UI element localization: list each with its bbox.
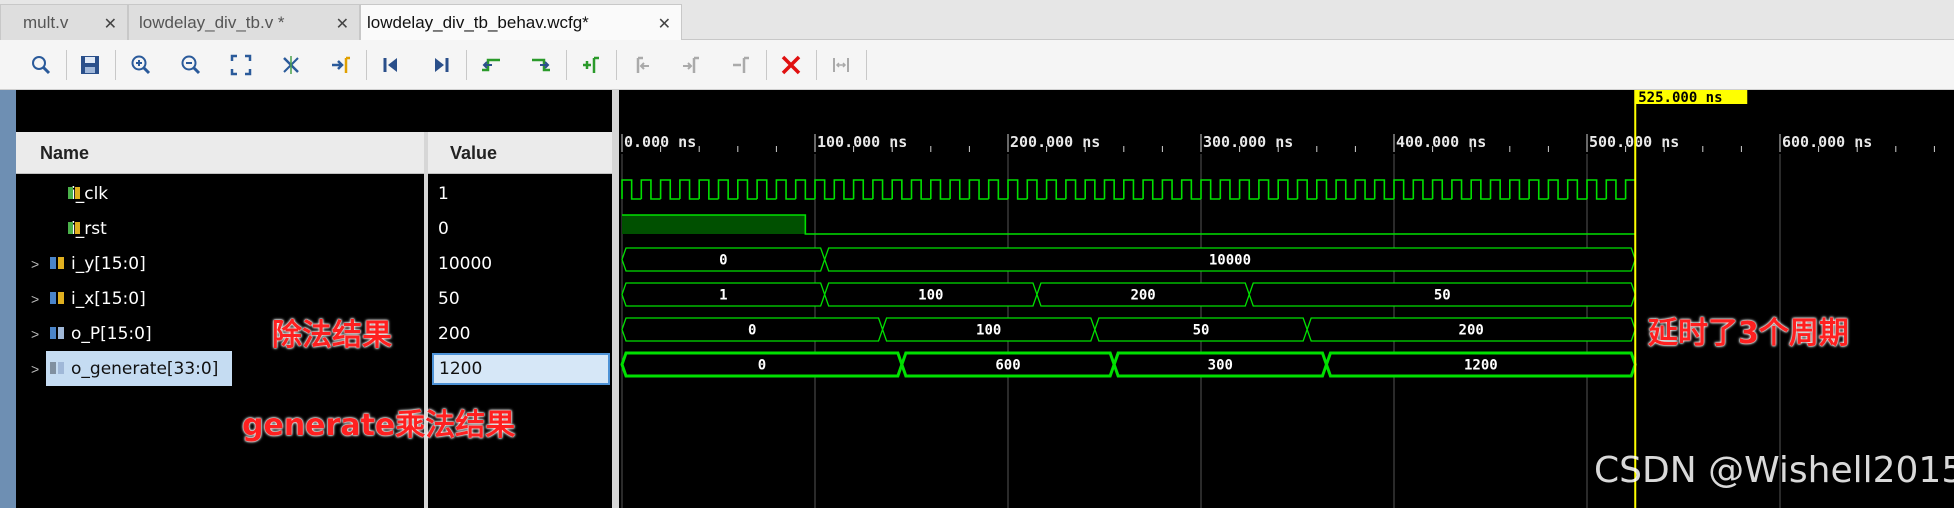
bus-signal-icon	[50, 292, 64, 304]
bus-value-label: 0	[719, 253, 727, 269]
tab-label: mult.v	[23, 12, 69, 32]
reset-high-fill	[622, 215, 806, 234]
close-icon[interactable]: ✕	[104, 14, 117, 34]
signal-row-i-y[interactable]: > i_y[15:0]	[16, 246, 424, 281]
value-column-header[interactable]: Value	[428, 132, 612, 174]
bus-value-label: 10000	[1209, 253, 1251, 269]
value-cell: 0	[438, 211, 449, 246]
time-tick-label: 500.000 ns	[1589, 133, 1679, 151]
time-tick-label: 600.000 ns	[1782, 133, 1872, 151]
value-cell: 50	[438, 281, 460, 316]
bus-value-label: 0	[748, 323, 756, 339]
bus-value-label: 600	[995, 358, 1020, 374]
left-border	[0, 90, 16, 508]
signal-name: i_x[15:0]	[71, 288, 146, 309]
add-marker-icon[interactable]	[578, 52, 604, 78]
annotation-delay-note: 延时了3个周期	[1648, 316, 1849, 351]
name-panel-top-bar	[16, 90, 612, 132]
selected-signal-highlight: o_generate[33:0]	[46, 351, 232, 386]
chevron-right-icon[interactable]: >	[31, 256, 39, 272]
bus-signal-icon	[50, 257, 64, 269]
signal-name: o_P[15:0]	[71, 323, 152, 344]
tab-wcfg[interactable]: lowdelay_div_tb_behav.wcfg* ✕	[360, 4, 682, 41]
waveform-canvas[interactable]: 0.000 ns 100.000 ns 200.000 ns 300.000 ns 40…	[619, 90, 1954, 508]
waveform-area[interactable]: 0.000 ns 100.000 ns 200.000 ns 300.000 ns 40…	[619, 90, 1954, 508]
value-cell-selected[interactable]: 1200	[432, 353, 610, 385]
signal-value: 0	[438, 218, 449, 239]
bus-value-label: 200	[1459, 323, 1484, 339]
close-icon[interactable]: ✕	[658, 14, 671, 34]
waveform-toolbar	[0, 40, 1954, 90]
time-tick-label: 0.000 ns	[624, 133, 696, 151]
signal-value: 1200	[439, 359, 483, 379]
close-icon[interactable]: ✕	[336, 14, 349, 34]
search-icon[interactable]	[28, 52, 54, 78]
value-cell: 10000	[438, 246, 492, 281]
signal-value-pane: 1 0 10000 50 200 1200	[428, 174, 612, 508]
bus-signal-icon	[50, 362, 64, 374]
signal-row-i-clk[interactable]: i_clk	[16, 176, 424, 211]
tab-bar: mult.v ✕ lowdelay_div_tb.v * ✕ lowdelay_…	[0, 0, 1954, 41]
bus-value-label: 50	[1434, 288, 1451, 304]
bus-value-label: 50	[1193, 323, 1210, 339]
signal-name: i_y[15:0]	[71, 253, 146, 274]
bus-value-label: 100	[918, 288, 943, 304]
next-marker-icon[interactable]	[678, 52, 704, 78]
next-transition-icon[interactable]	[528, 52, 554, 78]
save-icon[interactable]	[77, 52, 103, 78]
tab-label: lowdelay_div_tb.v *	[139, 12, 285, 32]
go-to-cursor-icon[interactable]	[328, 52, 354, 78]
zoom-fit-icon[interactable]	[228, 52, 254, 78]
annotation-generate-mult-result: generate乘法结果	[242, 408, 516, 443]
cursor-to-zero-icon[interactable]	[278, 52, 304, 78]
waveform-viewer-window: mult.v ✕ lowdelay_div_tb.v * ✕ lowdelay_…	[0, 0, 1954, 508]
annotation-division-result: 除法结果	[272, 318, 392, 353]
bus-value-label: 1	[719, 288, 727, 304]
time-tick-label: 100.000 ns	[817, 133, 907, 151]
bit-signal-icon	[68, 187, 80, 199]
chevron-right-icon[interactable]: >	[31, 291, 39, 307]
clock-waveform	[621, 179, 1637, 200]
signal-row-o-generate[interactable]: > o_generate[33:0]	[16, 351, 424, 386]
tab-label: lowdelay_div_tb_behav.wcfg*	[367, 13, 589, 32]
bus-value-label: 300	[1208, 358, 1233, 374]
zoom-in-icon[interactable]	[128, 52, 154, 78]
remove-marker-icon[interactable]	[728, 52, 754, 78]
pane-splitter[interactable]	[612, 90, 619, 508]
chevron-right-icon[interactable]: >	[31, 326, 39, 342]
time-tick-label: 300.000 ns	[1203, 133, 1293, 151]
tab-mult-v[interactable]: mult.v ✕	[0, 4, 128, 40]
signal-row-i-rst[interactable]: i_rst	[16, 211, 424, 246]
go-to-last-time-icon[interactable]	[428, 52, 454, 78]
time-tick-label: 400.000 ns	[1396, 133, 1486, 151]
bus-value-label: 100	[976, 323, 1001, 339]
chevron-right-icon[interactable]: >	[31, 361, 39, 377]
value-cell: 1	[438, 176, 449, 211]
name-column-header[interactable]: Name	[16, 132, 424, 174]
swap-cursors-icon[interactable]	[828, 52, 854, 78]
zoom-out-icon[interactable]	[178, 52, 204, 78]
go-to-time-zero-icon[interactable]	[378, 52, 404, 78]
signal-value: 1	[438, 183, 449, 204]
tab-lowdelay-div-tb-v[interactable]: lowdelay_div_tb.v * ✕	[128, 4, 360, 40]
name-header-label: Name	[40, 143, 90, 163]
bus-value-label: 200	[1130, 288, 1155, 304]
value-cell: 200	[438, 316, 470, 351]
signal-value: 200	[438, 323, 471, 344]
previous-marker-icon[interactable]	[628, 52, 654, 78]
bit-signal-icon	[68, 222, 80, 234]
bus-value-label: 1200	[1464, 358, 1498, 374]
signal-name: o_generate[33:0]	[71, 358, 219, 379]
value-header-label: Value	[450, 143, 498, 163]
bus-value-label: 0	[758, 358, 766, 374]
time-tick-label: 200.000 ns	[1010, 133, 1100, 151]
watermark: CSDN @Wishell2015	[1594, 450, 1954, 491]
signal-value: 50	[438, 288, 460, 309]
time-cursor-label: 525.000 ns	[1638, 90, 1722, 106]
bus-signal-icon	[50, 327, 64, 339]
previous-transition-icon[interactable]	[478, 52, 504, 78]
delete-marker-icon[interactable]	[778, 52, 804, 78]
signal-value: 10000	[438, 253, 493, 274]
